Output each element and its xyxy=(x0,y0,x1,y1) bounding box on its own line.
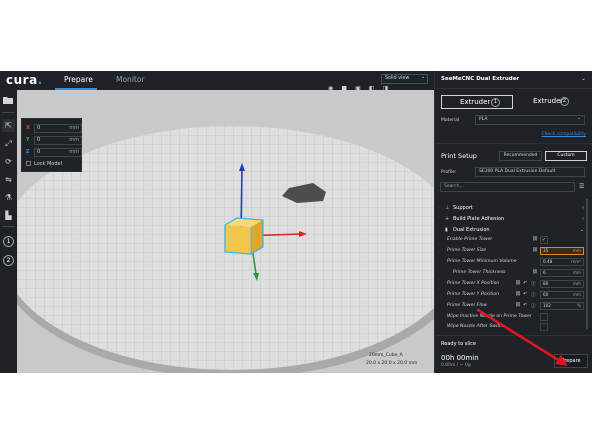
enable-prime-tower-checkbox[interactable]: ✓ xyxy=(540,236,548,244)
setting-enable-prime-tower-label: Enable Prime Tower xyxy=(447,237,493,242)
link-icon[interactable]: ⛓ xyxy=(532,248,538,253)
reset-icon[interactable]: ↶ xyxy=(523,303,527,308)
settings-menu-icon[interactable]: ☰ xyxy=(579,183,584,190)
recommended-mode-button[interactable]: Recommended xyxy=(499,151,542,161)
toolbar-divider xyxy=(2,112,15,113)
printer-selector[interactable]: SeeMeCNC Dual Extruder xyxy=(441,76,519,82)
support-icon: ⊥ xyxy=(445,205,450,211)
wipe-nozzle-after-switch-checkbox[interactable] xyxy=(540,323,548,331)
lock-model-checkbox[interactable]: Lock Model xyxy=(26,161,62,167)
settings-sidebar: SeeMeCNC Dual Extruder ⌄ Extruder 1 Extr… xyxy=(434,71,592,373)
setting-prime-tower-x-label: Prime Tower X Position xyxy=(447,281,500,286)
prime-tower-size-input[interactable]: 35 mm xyxy=(540,247,584,255)
z-position-input[interactable]: 0 mm xyxy=(34,148,82,157)
extruder-2-select-icon[interactable]: 2 xyxy=(3,255,14,266)
setting-wipe-nozzle-after-switch-label: Wipe Nozzle After Switch xyxy=(447,324,505,329)
material-select[interactable]: PLA ⌄ xyxy=(475,115,585,125)
reset-icon[interactable]: ↶ xyxy=(523,281,527,286)
info-icon[interactable]: ⓘ xyxy=(531,281,536,287)
tab-monitor[interactable]: Monitor xyxy=(116,75,145,84)
per-model-settings-icon[interactable]: ⚗ xyxy=(2,191,15,204)
extruder-2-badge: 2 xyxy=(560,97,569,106)
extruder-1-tab[interactable]: Extruder 1 xyxy=(441,95,513,109)
info-icon[interactable]: ⓘ xyxy=(531,292,536,298)
custom-mode-button[interactable]: Custom xyxy=(545,151,587,161)
chevron-down-icon: ⌄ xyxy=(577,116,581,121)
tool-sidebar: ⇱ ⤢ ⟳ ⇋ ⚗ ▙ 1 2 xyxy=(0,90,17,373)
profile-label: Profile: xyxy=(441,170,457,175)
link-icon[interactable]: ⛓ xyxy=(515,281,521,286)
setting-prime-tower-min-volume-label: Prime Tower Minimum Volume xyxy=(447,259,517,264)
move-tool-icon[interactable]: ⇱ xyxy=(2,119,15,132)
top-bar: cura. Prepare Monitor ◉ ■ ▣ ◧ ◨ Solid vi… xyxy=(0,71,434,92)
support-blocker-icon[interactable]: ▙ xyxy=(2,209,15,222)
rotate-tool-icon[interactable]: ⟳ xyxy=(2,155,15,168)
toolbar-divider xyxy=(2,226,15,227)
chevron-left-icon[interactable]: ‹ xyxy=(582,205,584,211)
category-build-plate-adhesion[interactable]: + Build Plate Adhesion xyxy=(445,216,504,222)
wipe-inactive-nozzle-checkbox[interactable] xyxy=(540,313,548,321)
category-dual-extrusion[interactable]: ▮ Dual Extrusion xyxy=(445,227,490,233)
settings-search-input[interactable]: Search... xyxy=(440,182,575,192)
prime-tower-thickness-input[interactable]: 6 mm xyxy=(540,269,584,277)
extruder-2-tab[interactable]: Extruder 2 xyxy=(515,95,587,109)
view-mode-select[interactable]: Solid view ⌄ xyxy=(381,74,428,84)
chevron-down-icon[interactable]: ⌄ xyxy=(580,227,584,233)
print-time: 00h 00min xyxy=(441,354,479,362)
setting-wipe-inactive-nozzle-label: Wipe Inactive Nozzle on Prime Tower xyxy=(447,314,532,319)
category-support[interactable]: ⊥ Support xyxy=(445,205,473,211)
prime-tower-y-input[interactable]: 60 mm xyxy=(540,291,584,299)
settings-scrollbar[interactable] xyxy=(586,199,588,329)
setting-prime-tower-flow-label: Prime Tower Flow xyxy=(447,303,488,308)
info-icon[interactable]: ⓘ xyxy=(531,303,536,309)
move-tool-panel: X 0 mm Y 0 mm Z 0 mm Lock Model xyxy=(21,118,82,172)
reset-icon[interactable]: ↶ xyxy=(523,292,527,297)
model-dimensions: 20.0 x 20.0 x 20.0 mm xyxy=(366,361,418,366)
model-name: 20mm_Cube_A xyxy=(369,353,403,358)
x-position-input[interactable]: 0 mm xyxy=(34,124,82,133)
extruder-1-select-icon[interactable]: 1 xyxy=(3,236,14,247)
print-setup-title: Print Setup xyxy=(441,152,477,160)
scale-tool-icon[interactable]: ⤢ xyxy=(2,137,15,150)
material-usage: 0.00m / ~ 0g xyxy=(441,363,471,368)
divider xyxy=(435,335,592,336)
mirror-tool-icon[interactable]: ⇋ xyxy=(2,173,15,186)
chevron-down-icon[interactable]: ⌄ xyxy=(581,75,586,82)
y-position-input[interactable]: 0 mm xyxy=(34,136,82,145)
check-compatibility-link[interactable]: Check compatibility xyxy=(541,132,586,137)
link-icon[interactable]: ⛓ xyxy=(515,292,521,297)
prime-tower-flow-input[interactable]: 102% xyxy=(540,302,584,310)
slice-status: Ready to slice xyxy=(441,341,476,347)
adhesion-icon: + xyxy=(445,216,450,222)
material-label: Material xyxy=(441,118,460,123)
chevron-down-icon: ⌄ xyxy=(420,75,425,80)
cura-window: cura. Prepare Monitor ◉ ■ ▣ ◧ ◨ Solid vi… xyxy=(0,71,592,373)
dual-extrusion-icon: ▮ xyxy=(445,227,448,233)
prepare-button[interactable]: Prepare xyxy=(554,354,588,368)
open-file-icon[interactable] xyxy=(2,96,15,109)
extruder-1-badge: 1 xyxy=(491,98,500,107)
link-icon[interactable]: ⛓ xyxy=(532,237,538,242)
setting-prime-tower-y-label: Prime Tower Y Position xyxy=(447,292,499,297)
prime-tower-min-volume-input[interactable]: 0.48 mm³ xyxy=(540,258,584,266)
tab-prepare[interactable]: Prepare xyxy=(64,75,93,84)
setting-prime-tower-size-label: Prime Tower Size xyxy=(447,248,487,253)
cura-logo: cura. xyxy=(6,73,43,87)
chevron-left-icon[interactable]: ‹ xyxy=(582,216,584,222)
prime-tower-x-input[interactable]: 80 mm xyxy=(540,280,584,288)
divider xyxy=(435,88,592,89)
link-icon[interactable]: ⛓ xyxy=(532,270,538,275)
model-cube[interactable] xyxy=(224,217,264,255)
setting-prime-tower-thickness-label: Prime Tower Thickness xyxy=(453,270,506,275)
profile-select[interactable]: SE300 PLA Dual Extrusion Default xyxy=(475,167,585,177)
link-icon[interactable]: ⛓ xyxy=(515,303,521,308)
divider xyxy=(435,143,592,144)
